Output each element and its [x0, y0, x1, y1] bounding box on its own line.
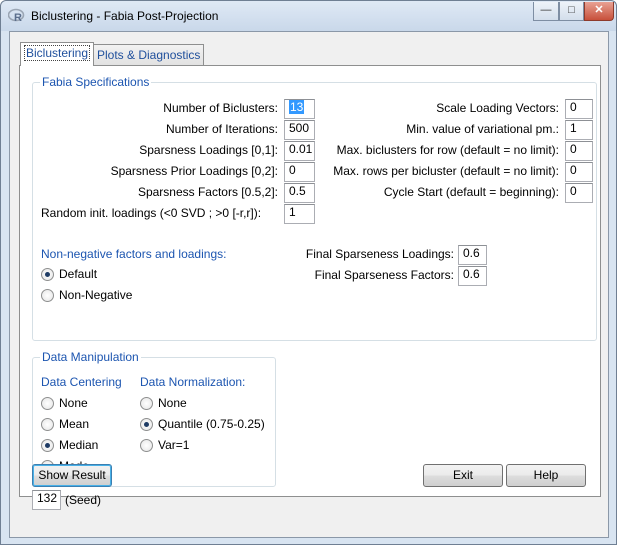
svg-text:R: R: [14, 12, 22, 24]
radio-default-label[interactable]: Default: [59, 267, 97, 281]
scale-loading-vectors-input[interactable]: 0: [565, 99, 593, 119]
radio-normalization-none[interactable]: [140, 397, 153, 410]
radio-default[interactable]: [41, 268, 54, 281]
cycle-start-input[interactable]: 0: [565, 183, 593, 203]
min-variational-pm-input[interactable]: 1: [565, 120, 593, 140]
final-sparseness-factors-input[interactable]: 0.6: [458, 266, 487, 286]
tab-biclustering[interactable]: Biclustering: [20, 42, 95, 66]
min-variational-pm-label: Min. value of variational pm.:: [406, 122, 559, 136]
num-biclusters-label: Number of Biclusters:: [163, 101, 278, 115]
data-normalization-title: Data Normalization:: [140, 375, 246, 389]
tab-label: Biclustering: [24, 45, 91, 61]
minimize-icon: —: [540, 4, 552, 16]
num-iterations-input[interactable]: 500: [284, 120, 315, 140]
radio-normalization-var1[interactable]: [140, 439, 153, 452]
exit-button[interactable]: Exit: [423, 464, 503, 487]
max-biclusters-row-input[interactable]: 0: [565, 141, 593, 161]
window-title: Biclustering - Fabia Post-Projection: [31, 9, 219, 23]
minimize-button[interactable]: —: [533, 2, 559, 21]
scale-loading-vectors-label: Scale Loading Vectors:: [436, 101, 559, 115]
max-rows-bicluster-input[interactable]: 0: [565, 162, 593, 182]
radio-centering-none[interactable]: [41, 397, 54, 410]
dialog-client-area: Biclustering Plots & Diagnostics Fabia S…: [9, 31, 609, 538]
max-biclusters-row-label: Max. biclusters for row (default = no li…: [336, 143, 559, 157]
biclustering-tab-panel: Fabia Specifications Number of Bicluster…: [19, 65, 601, 497]
random-init-loadings-label: Random init. loadings (<0 SVD ; >0 [-r,r…: [41, 206, 262, 220]
tab-label: Plots & Diagnostics: [97, 48, 201, 62]
data-manipulation-title: Data Manipulation: [40, 350, 141, 364]
sparsness-prior-loadings-label: Sparsness Prior Loadings [0,2]:: [110, 164, 278, 178]
radio-non-negative-label[interactable]: Non-Negative: [59, 288, 132, 302]
tab-plots-diagnostics[interactable]: Plots & Diagnostics: [93, 44, 205, 66]
fabia-specifications-title: Fabia Specifications: [40, 75, 152, 89]
radio-non-negative[interactable]: [41, 289, 54, 302]
radio-normalization-quantile-label[interactable]: Quantile (0.75-0.25): [158, 417, 265, 431]
radio-centering-mean[interactable]: [41, 418, 54, 431]
show-result-button[interactable]: Show Result: [32, 464, 112, 487]
nonneg-title: Non-negative factors and loadings:: [41, 247, 227, 261]
sparsness-prior-loadings-input[interactable]: 0: [284, 162, 315, 182]
final-sparseness-loadings-label: Final Sparseness Loadings:: [305, 247, 454, 261]
maximize-button[interactable]: □: [559, 2, 584, 21]
num-biclusters-input[interactable]: 13: [284, 99, 315, 119]
radio-normalization-none-label[interactable]: None: [158, 396, 187, 410]
help-button[interactable]: Help: [506, 464, 586, 487]
radio-normalization-var1-label[interactable]: Var=1: [158, 438, 189, 452]
sparsness-factors-input[interactable]: 0.5: [284, 183, 315, 203]
cycle-start-label: Cycle Start (default = beginning):: [383, 185, 559, 199]
close-icon: ✕: [594, 4, 604, 16]
close-button[interactable]: ✕: [584, 2, 614, 21]
num-iterations-label: Number of Iterations:: [165, 122, 278, 136]
radio-centering-median-label[interactable]: Median: [59, 438, 98, 452]
data-centering-title: Data Centering: [41, 375, 122, 389]
sparsness-loadings-label: Sparsness Loadings [0,1]:: [139, 143, 278, 157]
radio-centering-median[interactable]: [41, 439, 54, 452]
radio-centering-none-label[interactable]: None: [59, 396, 88, 410]
fabia-specifications-group: Fabia Specifications Number of Bicluster…: [32, 75, 597, 341]
radio-normalization-quantile[interactable]: [140, 418, 153, 431]
radio-centering-mean-label[interactable]: Mean: [59, 417, 89, 431]
sparsness-loadings-input[interactable]: 0.01: [284, 141, 315, 161]
num-biclusters-value: 13: [289, 100, 305, 114]
sparsness-factors-label: Sparsness Factors [0.5,2]:: [137, 185, 278, 199]
maximize-icon: □: [568, 4, 575, 16]
seed-label: (Seed): [65, 493, 102, 507]
title-bar: R Biclustering - Fabia Post-Projection —…: [1, 1, 616, 31]
final-sparseness-factors-label: Final Sparseness Factors:: [314, 268, 454, 282]
fabia-dialog-window: R Biclustering - Fabia Post-Projection —…: [0, 0, 617, 545]
r-logo-icon: R: [8, 8, 25, 24]
seed-input[interactable]: 132: [32, 490, 61, 510]
max-rows-bicluster-label: Max. rows per bicluster (default = no li…: [333, 164, 559, 178]
final-sparseness-loadings-input[interactable]: 0.6: [458, 245, 487, 265]
random-init-loadings-input[interactable]: 1: [284, 204, 315, 224]
